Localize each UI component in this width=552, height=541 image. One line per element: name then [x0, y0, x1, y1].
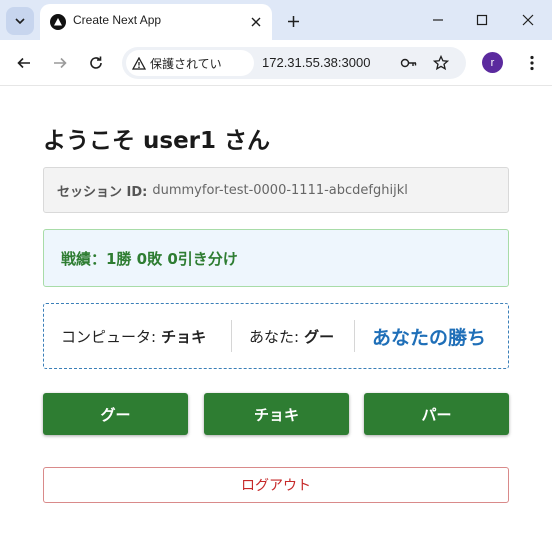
profile-avatar[interactable]: r [482, 52, 503, 73]
minimize-button[interactable] [424, 6, 452, 34]
chevron-down-icon [15, 18, 25, 25]
tab-title: Create Next App [73, 13, 162, 27]
browser-toolbar: 保護されてい 172.31.55.38:3000 r [0, 40, 552, 86]
tab-search-button[interactable] [6, 7, 34, 35]
forward-arrow-icon [54, 57, 67, 69]
session-id-value: dummyfor-test-0000-1111-abcdefghijkl [152, 182, 408, 198]
key-icon [400, 58, 417, 68]
logout-button[interactable]: ログアウト [43, 467, 509, 503]
maximize-icon [476, 14, 488, 26]
nextjs-favicon-icon [50, 14, 66, 30]
minimize-icon [433, 19, 443, 21]
tab-close-button[interactable] [246, 12, 266, 32]
page-title: ようこそ user1 さん [43, 128, 271, 154]
result-divider [354, 320, 355, 352]
password-key-button[interactable] [398, 52, 420, 74]
browser-tab[interactable]: Create Next App [40, 4, 272, 40]
your-hand: グー [304, 327, 335, 346]
your-hand-result: あなた: グー [249, 304, 334, 368]
scissors-button[interactable]: チョキ [204, 393, 349, 435]
reload-icon [90, 56, 102, 69]
close-icon [522, 14, 534, 26]
security-label: 保護されてい [150, 56, 222, 71]
back-arrow-icon [17, 57, 30, 69]
you-label: あなた: [249, 327, 300, 346]
new-tab-button[interactable] [282, 10, 304, 32]
rock-button[interactable]: グー [43, 393, 188, 435]
session-label: セッション ID: [57, 184, 148, 200]
star-icon [433, 55, 449, 71]
session-info: セッション ID: dummyfor-test-0000-1111-abcdef… [43, 167, 509, 213]
paper-button[interactable]: パー [364, 393, 509, 435]
page-content: ようこそ user1 さん セッション ID: dummyfor-test-00… [0, 87, 552, 541]
warning-icon [132, 56, 146, 70]
outcome-text: あなたの勝ち [372, 326, 487, 349]
computer-label: コンピュータ: [61, 327, 157, 346]
security-indicator[interactable]: 保護されてい [126, 50, 254, 76]
url-text[interactable]: 172.31.55.38:3000 [262, 55, 370, 70]
record-panel: 戦績：1勝 0敗 0引き分け [43, 229, 509, 287]
reload-button[interactable] [84, 51, 108, 75]
browser-menu-button[interactable] [520, 51, 544, 75]
bookmark-button[interactable] [430, 52, 452, 74]
record-text: 戦績：1勝 0敗 0引き分け [61, 249, 238, 268]
close-icon [251, 17, 261, 27]
maximize-button[interactable] [468, 6, 496, 34]
plus-icon [287, 15, 299, 27]
browser-tab-bar: Create Next App [0, 0, 552, 40]
computer-hand-result: コンピュータ: チョキ [61, 304, 206, 368]
computer-hand: チョキ [161, 327, 207, 346]
result-panel: コンピュータ: チョキ あなた: グー あなたの勝ち [43, 303, 509, 369]
more-vert-icon [530, 55, 534, 71]
back-button[interactable] [12, 51, 36, 75]
address-bar[interactable]: 保護されてい 172.31.55.38:3000 [122, 47, 466, 79]
result-divider [231, 320, 232, 352]
window-close-button[interactable] [514, 6, 542, 34]
forward-button[interactable] [48, 51, 72, 75]
